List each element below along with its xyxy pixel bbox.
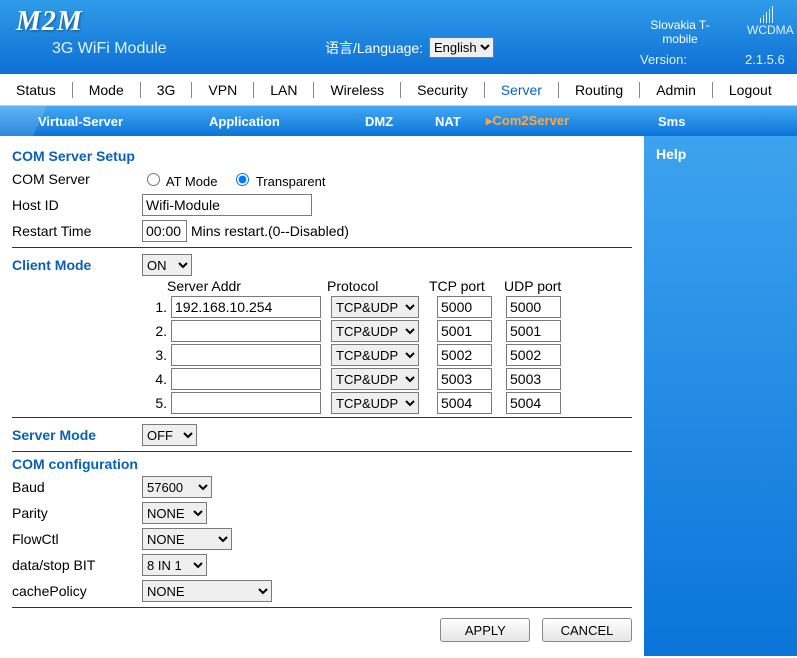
client-row: 3. TCP&UDP xyxy=(147,344,632,366)
client-row: 4. TCP&UDP xyxy=(147,368,632,390)
divider xyxy=(12,451,632,452)
server-addr-input[interactable] xyxy=(171,320,321,342)
nav-vpn[interactable]: VPN xyxy=(192,82,253,98)
signal-bars-icon xyxy=(760,6,775,23)
radio-transparent[interactable]: Transparent xyxy=(231,170,325,189)
content-pane: COM Server Setup COM Server AT Mode Tran… xyxy=(0,136,644,656)
udp-port-input[interactable] xyxy=(506,296,561,318)
hostid-label: Host ID xyxy=(12,197,142,213)
logo: M2M xyxy=(16,6,83,38)
nav-security[interactable]: Security xyxy=(401,82,484,98)
nav-status[interactable]: Status xyxy=(0,82,72,98)
row-number: 4. xyxy=(147,371,167,387)
server-mode-select[interactable]: OFF xyxy=(142,424,197,446)
comserver-label: COM Server xyxy=(12,171,142,187)
sub-nav: Virtual-Server Application DMZ NAT ▸Com2Serv… xyxy=(0,106,797,136)
cachepolicy-select[interactable]: NONE xyxy=(142,580,272,602)
restart-input[interactable] xyxy=(142,220,187,242)
cachepolicy-label: cachePolicy xyxy=(12,583,142,599)
nav-server[interactable]: Server xyxy=(485,82,558,98)
subnav-application[interactable]: Application xyxy=(209,114,280,129)
nav-wireless[interactable]: Wireless xyxy=(314,82,400,98)
main-nav: StatusMode3GVPNLANWirelessSecurityServer… xyxy=(0,74,797,106)
help-title: Help xyxy=(656,146,785,162)
col-protocol: Protocol xyxy=(327,278,429,294)
subnav-dmz[interactable]: DMZ xyxy=(365,114,393,129)
tcp-port-input[interactable] xyxy=(437,320,492,342)
divider xyxy=(12,417,632,418)
protocol-select[interactable]: TCP&UDP xyxy=(331,368,419,390)
signal-indicator: WCDMA xyxy=(747,6,787,37)
row-number: 2. xyxy=(147,323,167,339)
tcp-port-input[interactable] xyxy=(437,392,492,414)
datastopbit-select[interactable]: 8 IN 1 xyxy=(142,554,207,576)
parity-label: Parity xyxy=(12,505,142,521)
subnav-sms[interactable]: Sms xyxy=(658,114,685,129)
client-row: 2. TCP&UDP xyxy=(147,320,632,342)
server-addr-input[interactable] xyxy=(171,296,321,318)
row-number: 1. xyxy=(147,299,167,315)
section-com-config: COM configuration xyxy=(12,456,632,472)
nav-lan[interactable]: LAN xyxy=(254,82,313,98)
apply-button[interactable]: APPLY xyxy=(440,618,530,642)
server-addr-input[interactable] xyxy=(171,368,321,390)
divider xyxy=(12,247,632,248)
col-udp-port: UDP port xyxy=(504,278,561,294)
cancel-button[interactable]: CANCEL xyxy=(542,618,632,642)
nav-mode[interactable]: Mode xyxy=(73,82,140,98)
help-pane: Help xyxy=(644,136,797,656)
client-mode-select[interactable]: ON xyxy=(142,254,192,276)
nav-3g[interactable]: 3G xyxy=(141,82,192,98)
restart-hint: Mins restart.(0--Disabled) xyxy=(191,223,349,239)
server-mode-label: Server Mode xyxy=(12,427,142,443)
restart-label: Restart Time xyxy=(12,223,142,239)
udp-port-input[interactable] xyxy=(506,392,561,414)
udp-port-input[interactable] xyxy=(506,368,561,390)
client-row: 5. TCP&UDP xyxy=(147,392,632,414)
server-addr-input[interactable] xyxy=(171,344,321,366)
carrier-name: Slovakia T-mobile xyxy=(640,18,720,46)
udp-port-input[interactable] xyxy=(506,320,561,342)
col-server-addr: Server Addr xyxy=(167,278,327,294)
product-subtitle: 3G WiFi Module xyxy=(52,40,167,58)
protocol-select[interactable]: TCP&UDP xyxy=(331,320,419,342)
radio-at-mode[interactable]: AT Mode xyxy=(142,170,217,189)
version-label: Version: xyxy=(640,52,687,67)
server-addr-input[interactable] xyxy=(171,392,321,414)
subnav-com2server[interactable]: ▸Com2Server xyxy=(486,113,569,129)
nav-routing[interactable]: Routing xyxy=(559,82,639,98)
baud-select[interactable]: 57600 xyxy=(142,476,212,498)
tcp-port-input[interactable] xyxy=(437,344,492,366)
signal-label: WCDMA xyxy=(747,23,787,37)
flowctl-label: FlowCtl xyxy=(12,531,142,547)
hostid-input[interactable] xyxy=(142,194,312,216)
baud-label: Baud xyxy=(12,479,142,495)
row-number: 5. xyxy=(147,395,167,411)
tcp-port-input[interactable] xyxy=(437,368,492,390)
subnav-virtual-server[interactable]: Virtual-Server xyxy=(38,114,123,129)
divider xyxy=(12,607,632,608)
protocol-select[interactable]: TCP&UDP xyxy=(331,344,419,366)
header: M2M 3G WiFi Module 语言/Language: English … xyxy=(0,0,797,74)
datastopbit-label: data/stop BIT xyxy=(12,557,142,573)
parity-select[interactable]: NONE xyxy=(142,502,207,524)
nav-admin[interactable]: Admin xyxy=(640,82,712,98)
flowctl-select[interactable]: NONE xyxy=(142,528,232,550)
protocol-select[interactable]: TCP&UDP xyxy=(331,296,419,318)
section-com-server-setup: COM Server Setup xyxy=(12,148,632,164)
tcp-port-input[interactable] xyxy=(437,296,492,318)
language-select[interactable]: English xyxy=(429,37,494,58)
col-tcp-port: TCP port xyxy=(429,278,504,294)
udp-port-input[interactable] xyxy=(506,344,561,366)
language-label: 语言/Language: xyxy=(325,38,423,58)
subnav-nat[interactable]: NAT xyxy=(435,114,461,129)
button-bar: APPLY CANCEL xyxy=(12,612,632,642)
client-table-header: Server Addr Protocol TCP port UDP port xyxy=(167,278,632,294)
client-row: 1. TCP&UDP xyxy=(147,296,632,318)
nav-logout[interactable]: Logout xyxy=(713,82,788,98)
version-value: 2.1.5.6 xyxy=(745,52,785,67)
row-number: 3. xyxy=(147,347,167,363)
client-mode-label: Client Mode xyxy=(12,257,142,273)
protocol-select[interactable]: TCP&UDP xyxy=(331,392,419,414)
